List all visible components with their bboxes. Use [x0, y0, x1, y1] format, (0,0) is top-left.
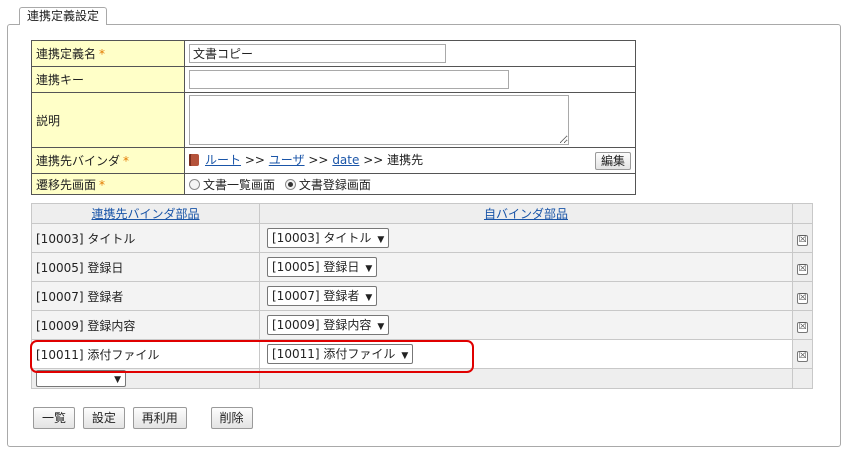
name-row: 連携定義名 * — [31, 40, 636, 67]
header-link-target-binder-parts[interactable]: 連携先バインダ部品 — [91, 207, 199, 221]
own-part-select[interactable]: [10011] 添付ファイル ▼ — [267, 344, 414, 364]
delete-row-icon[interactable]: ☒ — [797, 321, 808, 333]
tab-link-definition[interactable]: 連携定義設定 — [19, 7, 108, 25]
dropdown-arrow-icon: ▼ — [377, 235, 385, 245]
header-link-own-binder-parts[interactable]: 自バインダ部品 — [484, 207, 568, 221]
name-input[interactable] — [189, 44, 446, 63]
required-mark: * — [123, 154, 130, 168]
list-button[interactable]: 一覧 — [33, 407, 76, 429]
name-label: 連携定義名 — [36, 47, 97, 61]
mapping-row: [10011] 添付ファイル [10011] 添付ファイル ▼ ☒ — [31, 339, 813, 369]
book-icon — [189, 154, 199, 166]
delete-row-icon[interactable]: ☒ — [797, 292, 808, 304]
own-part-select[interactable]: [10009] 登録内容 ▼ — [267, 315, 390, 335]
dropdown-arrow-icon: ▼ — [365, 293, 373, 303]
new-mapping-row: ▼ — [31, 368, 813, 389]
key-row: 連携キー — [31, 66, 636, 93]
dropdown-arrow-icon: ▼ — [365, 264, 373, 274]
required-mark: * — [99, 47, 106, 61]
mapping-table: 連携先バインダ部品 自バインダ部品 [10003] タイトル [10003] タ… — [31, 203, 813, 389]
key-input[interactable] — [189, 70, 509, 89]
mapping-row: [10005] 登録日 [10005] 登録日 ▼ ☒ — [31, 252, 813, 282]
breadcrumb-root[interactable]: ルート — [205, 153, 241, 167]
target-part-label: [10011] 添付ファイル — [31, 339, 260, 369]
delete-row-icon[interactable]: ☒ — [797, 234, 808, 246]
mapping-row: [10009] 登録内容 [10009] 登録内容 ▼ ☒ — [31, 310, 813, 340]
breadcrumb-separator: >> — [363, 153, 384, 167]
action-bar: 一覧 設定 再利用 削除 — [33, 407, 257, 429]
description-textarea[interactable] — [189, 95, 569, 145]
dropdown-arrow-icon: ▼ — [377, 322, 385, 332]
description-label: 説明 — [36, 113, 61, 128]
own-part-select[interactable]: [10003] タイトル ▼ — [267, 228, 390, 248]
description-row: 説明 — [31, 92, 636, 148]
target-part-label: [10009] 登録内容 — [31, 310, 260, 340]
radio-document-list[interactable]: 文書一覧画面 — [189, 178, 275, 192]
delete-row-icon[interactable]: ☒ — [797, 263, 808, 275]
destination-label: 遷移先画面 — [36, 177, 97, 192]
breadcrumb-separator: >> — [308, 153, 329, 167]
mapping-row: [10003] タイトル [10003] タイトル ▼ ☒ — [31, 223, 813, 253]
set-button[interactable]: 設定 — [82, 407, 125, 429]
target-part-label: [10003] タイトル — [31, 223, 260, 253]
target-part-label: [10007] 登録者 — [31, 281, 260, 311]
radio-document-register[interactable]: 文書登録画面 — [284, 178, 371, 192]
target-part-label: [10005] 登録日 — [31, 252, 260, 282]
new-target-part-select[interactable]: ▼ — [36, 370, 126, 387]
breadcrumb-separator: >> — [244, 153, 265, 167]
breadcrumb-user[interactable]: ユーザ — [269, 153, 305, 167]
mapping-header: 連携先バインダ部品 自バインダ部品 — [31, 203, 813, 224]
breadcrumb-date[interactable]: date — [332, 153, 359, 167]
own-part-select[interactable]: [10005] 登録日 ▼ — [267, 257, 378, 277]
name-label-cell: 連携定義名 * — [31, 40, 185, 67]
destination-row: 遷移先画面 * 文書一覧画面 文書登録画面 — [31, 173, 636, 195]
delete-button[interactable]: 削除 — [210, 407, 253, 429]
dropdown-arrow-icon: ▼ — [401, 351, 409, 361]
dropdown-arrow-icon: ▼ — [114, 375, 121, 385]
binder-label: 連携先バインダ — [36, 154, 121, 168]
breadcrumb-current: 連携先 — [387, 153, 424, 167]
reuse-button[interactable]: 再利用 — [132, 407, 187, 429]
radio-document-register-label[interactable]: 文書登録画面 — [299, 178, 371, 192]
required-mark: * — [99, 177, 106, 192]
radio-button[interactable] — [189, 178, 200, 190]
radio-document-list-label[interactable]: 文書一覧画面 — [203, 178, 275, 192]
binder-row: 連携先バインダ * ルート >> ユーザ >> date >> 連携先 編集 — [31, 147, 636, 174]
key-label: 連携キー — [36, 73, 85, 87]
edit-binder-button[interactable]: 編集 — [594, 152, 631, 170]
delete-row-icon[interactable]: ☒ — [797, 350, 808, 362]
own-part-select[interactable]: [10007] 登録者 ▼ — [267, 286, 378, 306]
mapping-row: [10007] 登録者 [10007] 登録者 ▼ ☒ — [31, 281, 813, 311]
radio-button-checked[interactable] — [284, 178, 296, 190]
definition-form: 連携定義名* 連携キー 説明 連携先バインダ* ルート >> ユーザ >> da… — [31, 40, 636, 195]
